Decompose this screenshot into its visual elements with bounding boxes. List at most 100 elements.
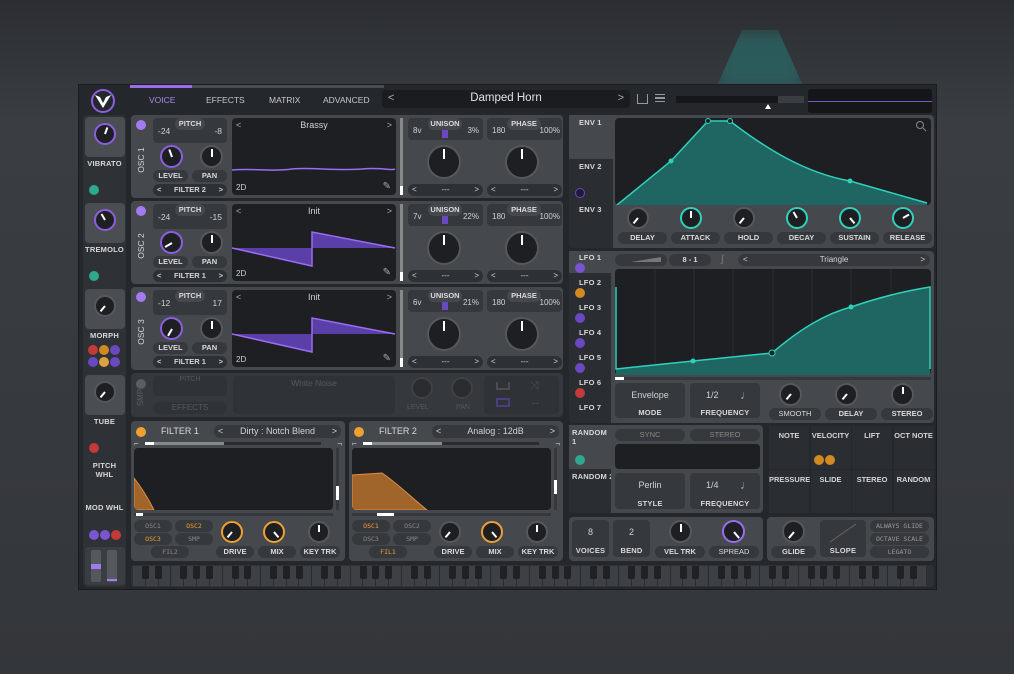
filter-model-selector[interactable]: < Dirty : Notch Blend > bbox=[214, 425, 341, 438]
random-stereo-button[interactable]: STEREO bbox=[690, 429, 760, 441]
pitch-tune[interactable]: -8 bbox=[214, 126, 222, 136]
black-key[interactable] bbox=[743, 566, 751, 579]
unison-detune[interactable]: 22% bbox=[463, 212, 479, 221]
black-key[interactable] bbox=[833, 566, 841, 579]
tab-env3[interactable]: ENV 3 bbox=[579, 205, 602, 214]
unison-detune[interactable]: 3% bbox=[467, 126, 479, 135]
sample-selector[interactable]: White Noise bbox=[233, 376, 395, 414]
tab-lfo6[interactable]: LFO 6 bbox=[579, 378, 601, 387]
menu-icon[interactable] bbox=[655, 94, 665, 102]
black-key[interactable] bbox=[154, 566, 162, 579]
black-key[interactable] bbox=[282, 566, 290, 579]
phase-value[interactable]: 180 bbox=[492, 298, 505, 307]
lfo-phase-slider[interactable] bbox=[615, 377, 931, 380]
filter-cutoff-slider[interactable] bbox=[134, 513, 333, 516]
wavetable-next[interactable]: > bbox=[387, 292, 392, 302]
lfo-delay-knob[interactable] bbox=[835, 383, 858, 406]
macro-2[interactable] bbox=[85, 203, 125, 243]
filter-enable-toggle[interactable] bbox=[136, 427, 146, 437]
mod-source-stereo[interactable]: STEREO bbox=[852, 470, 892, 513]
filter-drive-knob[interactable] bbox=[439, 521, 461, 543]
preset-next-button[interactable]: > bbox=[618, 92, 624, 104]
sample-level-knob[interactable] bbox=[411, 377, 433, 399]
filter-blend-slider[interactable] bbox=[363, 442, 539, 445]
unison-mode-selector[interactable]: < --- > bbox=[408, 270, 483, 282]
random-sync-button[interactable]: SYNC bbox=[615, 429, 685, 441]
voices-setting[interactable]: 8 VOICES bbox=[572, 520, 609, 557]
tab-matrix[interactable]: MATRIX bbox=[269, 95, 300, 105]
tab-random2[interactable]: RANDOM 2 bbox=[572, 472, 614, 481]
pitch-transpose[interactable]: -12 bbox=[158, 298, 170, 308]
phase-knob[interactable] bbox=[505, 145, 539, 179]
bounce-icon[interactable]: ↔ bbox=[530, 396, 541, 408]
tube-knob[interactable] bbox=[94, 381, 116, 403]
sample-destination[interactable]: EFFECTS bbox=[153, 402, 227, 414]
mod-source-pressure[interactable]: PRESSURE bbox=[769, 470, 810, 513]
black-key[interactable] bbox=[590, 566, 597, 579]
mod-source-random[interactable]: RANDOM bbox=[893, 470, 934, 513]
black-key[interactable] bbox=[321, 566, 329, 579]
env-attack-knob[interactable] bbox=[680, 207, 702, 229]
wavetable-display[interactable]: < Brassy > 2D ✎ bbox=[232, 118, 396, 195]
source-smp-toggle[interactable]: SMP bbox=[393, 533, 431, 545]
black-key[interactable] bbox=[679, 566, 687, 579]
mod-source-icon[interactable] bbox=[575, 263, 585, 273]
dimension-label[interactable]: 2D bbox=[236, 269, 246, 278]
black-key[interactable] bbox=[782, 566, 789, 579]
tab-advanced[interactable]: ADVANCED bbox=[323, 95, 370, 105]
tab-lfo1[interactable]: LFO 1 bbox=[579, 253, 601, 262]
filter-resonance-slider[interactable] bbox=[554, 448, 557, 510]
black-key[interactable] bbox=[692, 566, 700, 579]
black-key[interactable] bbox=[858, 566, 866, 579]
osc-spectral-slider[interactable] bbox=[400, 118, 403, 195]
tab-lfo3[interactable]: LFO 3 bbox=[579, 303, 601, 312]
wavetable-display[interactable]: < Init > 2D ✎ bbox=[232, 290, 396, 367]
tab-lfo5[interactable]: LFO 5 bbox=[579, 353, 601, 362]
keytrack-icon[interactable] bbox=[496, 382, 510, 390]
phase-mode-selector[interactable]: < --- > bbox=[487, 356, 562, 368]
bend-setting[interactable]: 2 BEND bbox=[613, 520, 650, 557]
wavetable-next[interactable]: > bbox=[387, 206, 392, 216]
unison-control[interactable]: UNISON 8v 3% bbox=[408, 118, 483, 140]
phase-value[interactable]: 180 bbox=[492, 212, 505, 221]
wavetable-next[interactable]: > bbox=[387, 120, 392, 130]
black-key[interactable] bbox=[423, 566, 431, 579]
filter-mix-knob[interactable] bbox=[481, 521, 503, 543]
phase-knob[interactable] bbox=[505, 231, 539, 265]
save-icon[interactable] bbox=[637, 94, 648, 104]
black-key[interactable] bbox=[513, 566, 521, 579]
filter-mix-knob[interactable] bbox=[263, 521, 285, 543]
mod-source-oct-note[interactable]: OCT NOTE bbox=[893, 426, 934, 469]
macro-3[interactable] bbox=[85, 289, 125, 329]
macro-1[interactable] bbox=[85, 117, 125, 157]
volume-meter[interactable] bbox=[676, 96, 804, 103]
source-osc2-toggle[interactable]: OSC2 bbox=[393, 520, 431, 532]
unison-voices[interactable]: 8v bbox=[413, 126, 421, 135]
filter-keytrk-knob[interactable] bbox=[526, 521, 548, 543]
spread-knob[interactable] bbox=[722, 520, 745, 543]
unison-voices[interactable]: 7v bbox=[413, 212, 421, 221]
sample-pitch[interactable]: PITCH bbox=[153, 376, 227, 396]
black-key[interactable] bbox=[730, 566, 738, 579]
black-key[interactable] bbox=[769, 566, 777, 579]
mod-source-icon[interactable] bbox=[89, 443, 99, 453]
tab-lfo2[interactable]: LFO 2 bbox=[579, 278, 601, 287]
slope-control[interactable]: SLOPE bbox=[820, 520, 866, 557]
unison-detune-knob[interactable] bbox=[427, 317, 461, 351]
osc-destination-selector[interactable]: < FILTER 2 > bbox=[153, 184, 227, 196]
note-icon[interactable]: ♩ bbox=[740, 478, 752, 492]
black-key[interactable] bbox=[449, 566, 457, 579]
lfo-smooth-knob[interactable] bbox=[779, 383, 802, 406]
morph-knob[interactable] bbox=[94, 295, 116, 317]
osc-enable-toggle[interactable] bbox=[136, 120, 146, 130]
unison-detune-knob[interactable] bbox=[427, 231, 461, 265]
osc-destination-selector[interactable]: < FILTER 1 > bbox=[153, 356, 227, 368]
phase-knob[interactable] bbox=[505, 317, 539, 351]
note-icon[interactable]: ♩ bbox=[740, 388, 752, 402]
source-osc1-toggle[interactable]: OSC1 bbox=[134, 520, 172, 532]
preset-selector[interactable]: < Damped Horn > bbox=[382, 90, 630, 108]
pitch-tune[interactable]: 17 bbox=[213, 298, 222, 308]
lfo-frequency[interactable]: 1/2 ♩ FREQUENCY bbox=[690, 383, 760, 418]
osc-pan-knob[interactable] bbox=[200, 145, 223, 168]
unison-control[interactable]: UNISON 6v 21% bbox=[408, 290, 483, 312]
